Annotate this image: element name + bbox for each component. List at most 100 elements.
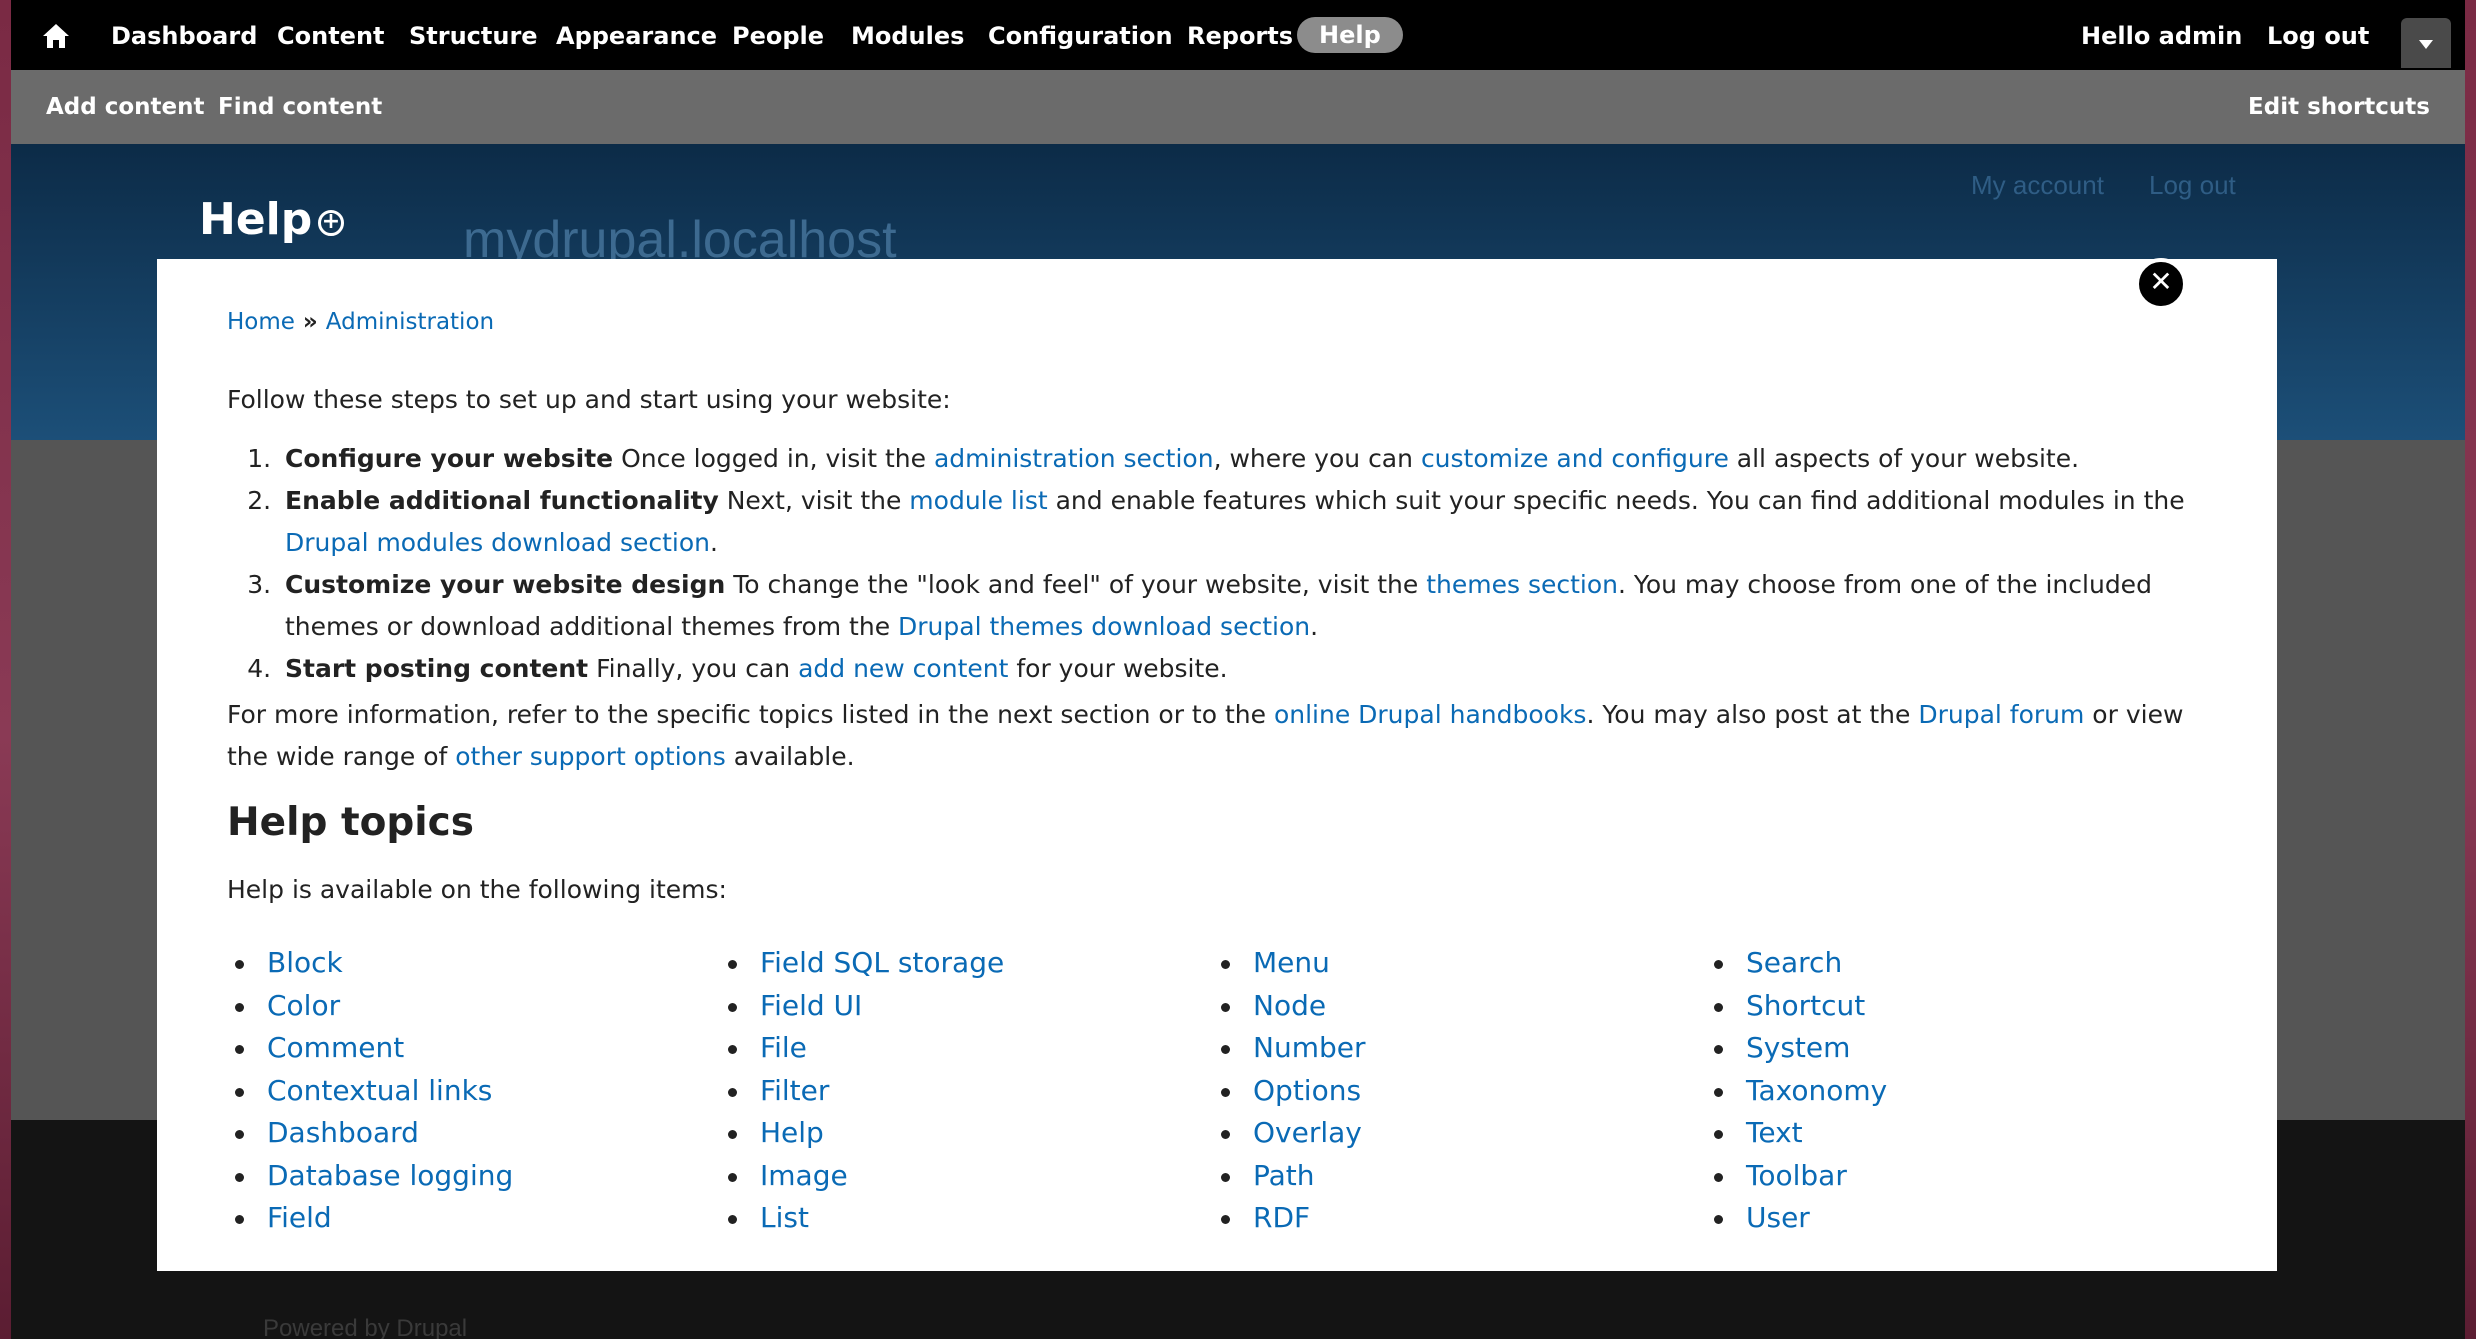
step-title: Customize your website design xyxy=(285,570,726,599)
topic-item: Node xyxy=(1213,985,1365,1028)
toolbar-item-modules[interactable]: Modules xyxy=(851,18,964,54)
topic-link-shortcut[interactable]: Shortcut xyxy=(1746,989,1865,1022)
topic-link-image[interactable]: Image xyxy=(760,1159,848,1192)
topic-link-path[interactable]: Path xyxy=(1253,1159,1315,1192)
module-list-link[interactable]: module list xyxy=(909,486,1047,515)
help-topics-grid: Block Color Comment Contextual links Das… xyxy=(227,942,2217,1242)
topic-item: Field xyxy=(227,1197,513,1240)
step-item: Start posting content Finally, you can a… xyxy=(279,648,2217,690)
topic-link-field-ui[interactable]: Field UI xyxy=(760,989,862,1022)
support-options-link[interactable]: other support options xyxy=(455,742,726,771)
toolbar-item-configuration[interactable]: Configuration xyxy=(988,18,1173,54)
browser-viewport: Dashboard Content Structure Appearance P… xyxy=(11,0,2465,1339)
step-text: To change the "look and feel" of your we… xyxy=(725,570,1427,599)
topic-link-list[interactable]: List xyxy=(760,1201,809,1234)
topic-link-dashboard[interactable]: Dashboard xyxy=(267,1116,419,1149)
topic-link-comment[interactable]: Comment xyxy=(267,1031,404,1064)
topic-link-field[interactable]: Field xyxy=(267,1201,332,1234)
toolbar-item-dashboard[interactable]: Dashboard xyxy=(111,18,257,54)
add-new-content-link[interactable]: add new content xyxy=(798,654,1008,683)
step-title: Configure your website xyxy=(285,444,614,473)
topics-column: Block Color Comment Contextual links Das… xyxy=(227,942,513,1240)
modules-download-link[interactable]: Drupal modules download section xyxy=(285,528,710,557)
topic-link-search[interactable]: Search xyxy=(1746,946,1842,979)
topic-link-color[interactable]: Color xyxy=(267,989,340,1022)
my-account-link[interactable]: My account xyxy=(1971,170,2104,201)
toolbar-item-structure[interactable]: Structure xyxy=(409,18,538,54)
setup-steps-list: Configure your website Once logged in, v… xyxy=(279,438,2217,690)
topic-link-rdf[interactable]: RDF xyxy=(1253,1201,1310,1234)
topic-item: Search xyxy=(1706,942,1887,985)
topic-link-toolbar[interactable]: Toolbar xyxy=(1746,1159,1847,1192)
topic-link-field-sql-storage[interactable]: Field SQL storage xyxy=(760,946,1004,979)
themes-download-link[interactable]: Drupal themes download section xyxy=(898,612,1310,641)
topic-item: Color xyxy=(227,985,513,1028)
breadcrumb-administration-link[interactable]: Administration xyxy=(326,309,494,335)
info-text: available. xyxy=(725,742,855,771)
topic-item: Overlay xyxy=(1213,1112,1365,1155)
topic-link-number[interactable]: Number xyxy=(1253,1031,1365,1064)
toolbar-item-people[interactable]: People xyxy=(732,18,824,54)
admin-toolbar: Dashboard Content Structure Appearance P… xyxy=(11,0,2465,70)
header-logout-link[interactable]: Log out xyxy=(2149,170,2236,201)
edit-shortcuts-link[interactable]: Edit shortcuts xyxy=(2248,90,2430,124)
help-topics-heading: Help topics xyxy=(227,800,475,845)
step-title: Enable additional functionality xyxy=(285,486,719,515)
topic-link-taxonomy[interactable]: Taxonomy xyxy=(1746,1074,1887,1107)
customize-configure-link[interactable]: customize and configure xyxy=(1421,444,1729,473)
step-text: Finally, you can xyxy=(588,654,799,683)
toolbar-item-reports[interactable]: Reports xyxy=(1187,18,1293,54)
step-text: all aspects of your website. xyxy=(1728,444,2080,473)
home-icon[interactable] xyxy=(41,22,71,50)
topics-column: Field SQL storage Field UI File Filter H… xyxy=(720,942,1004,1240)
topic-item: Taxonomy xyxy=(1706,1070,1887,1113)
shortcut-find-content[interactable]: Find content xyxy=(218,90,382,124)
topic-link-menu[interactable]: Menu xyxy=(1253,946,1330,979)
breadcrumb-home-link[interactable]: Home xyxy=(227,309,295,335)
more-info-text: For more information, refer to the speci… xyxy=(227,694,2217,778)
topic-link-block[interactable]: Block xyxy=(267,946,343,979)
topic-item: RDF xyxy=(1213,1197,1365,1240)
step-text: , where you can xyxy=(1213,444,1421,473)
chevron-down-icon xyxy=(2419,40,2433,49)
toolbar-item-content[interactable]: Content xyxy=(277,18,385,54)
topic-item: Path xyxy=(1213,1155,1365,1198)
topic-link-node[interactable]: Node xyxy=(1253,989,1326,1022)
close-icon: ✕ xyxy=(2149,265,2173,298)
topic-item: Field UI xyxy=(720,985,1004,1028)
topic-link-contextual-links[interactable]: Contextual links xyxy=(267,1074,492,1107)
topic-item: Number xyxy=(1213,1027,1365,1070)
topic-item: Database logging xyxy=(227,1155,513,1198)
online-handbooks-link[interactable]: online Drupal handbooks xyxy=(1274,700,1587,729)
toolbar-item-appearance[interactable]: Appearance xyxy=(556,18,717,54)
add-shortcut-icon[interactable]: + xyxy=(318,210,344,236)
topic-link-database-logging[interactable]: Database logging xyxy=(267,1159,513,1192)
toolbar-logout[interactable]: Log out xyxy=(2267,18,2369,54)
greeting-prefix: Hello xyxy=(2081,22,2159,50)
topic-link-file[interactable]: File xyxy=(760,1031,807,1064)
topic-link-overlay[interactable]: Overlay xyxy=(1253,1116,1362,1149)
page-title: Help xyxy=(199,194,313,245)
topic-link-filter[interactable]: Filter xyxy=(760,1074,829,1107)
step-text: and enable features which suit your spec… xyxy=(1047,486,2185,515)
drupal-forum-link[interactable]: Drupal forum xyxy=(1918,700,2084,729)
powered-by-text: Powered by Drupal xyxy=(263,1315,468,1339)
shortcuts-toggle-button[interactable] xyxy=(2401,18,2451,68)
help-available-text: Help is available on the following items… xyxy=(227,875,727,904)
help-overlay-dialog: Home » Administration Follow these steps… xyxy=(157,259,2277,1271)
topic-link-text[interactable]: Text xyxy=(1746,1116,1803,1149)
username[interactable]: admin xyxy=(2159,22,2243,50)
topic-link-options[interactable]: Options xyxy=(1253,1074,1361,1107)
themes-section-link[interactable]: themes section xyxy=(1426,570,1618,599)
step-text: Next, visit the xyxy=(718,486,910,515)
overlay-close-button[interactable]: ✕ xyxy=(2135,258,2187,310)
topic-link-help[interactable]: Help xyxy=(760,1116,824,1149)
shortcuts-bar: Add content Find content Edit shortcuts xyxy=(11,70,2465,144)
shortcut-add-content[interactable]: Add content xyxy=(46,90,205,124)
toolbar-item-help[interactable]: Help xyxy=(1297,17,1403,53)
topic-item: Help xyxy=(720,1112,1004,1155)
step-item: Enable additional functionality Next, vi… xyxy=(279,480,2217,564)
administration-section-link[interactable]: administration section xyxy=(934,444,1214,473)
topic-link-user[interactable]: User xyxy=(1746,1201,1810,1234)
topic-link-system[interactable]: System xyxy=(1746,1031,1850,1064)
